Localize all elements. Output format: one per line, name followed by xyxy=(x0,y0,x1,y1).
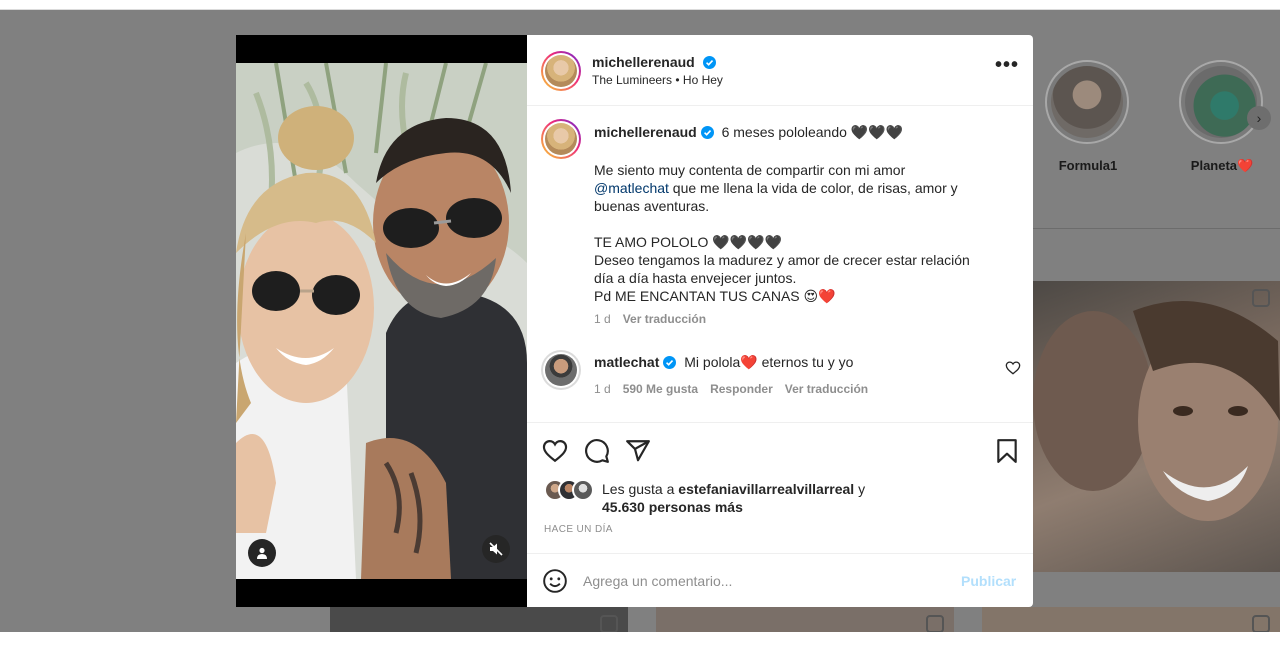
commenter-username[interactable]: matlechat xyxy=(594,354,659,370)
mute-toggle-button[interactable] xyxy=(482,535,510,563)
muted-speaker-icon xyxy=(489,542,503,556)
reel-icon xyxy=(1252,615,1270,632)
likes-count[interactable]: 45.630 personas más xyxy=(602,499,743,515)
reply-button[interactable]: Responder xyxy=(710,382,773,396)
post-video[interactable] xyxy=(236,63,527,579)
comment-input[interactable] xyxy=(583,566,943,596)
story-avatar xyxy=(1179,60,1263,144)
caption-author-avatar[interactable] xyxy=(541,119,581,159)
more-options-icon[interactable]: ••• xyxy=(995,55,1019,75)
likes-prefix: Les gusta a xyxy=(602,481,679,497)
caption-line: Me siento muy contenta de compartir con … xyxy=(594,162,906,178)
translate-link[interactable]: Ver traducción xyxy=(785,382,868,396)
grid-post-thumbnail[interactable] xyxy=(1033,281,1280,572)
likes-summary: Les gusta a estefaniavillarrealvillarrea… xyxy=(602,480,865,516)
mention-link[interactable]: @matlechat xyxy=(594,180,669,196)
reel-icon xyxy=(926,615,944,632)
liked-by-avatars[interactable] xyxy=(544,479,600,501)
caption-meta: 1 d Ver traducción xyxy=(594,310,1004,328)
comment-line: matlechat Mi polola❤️ eternos tu y yo xyxy=(594,353,1004,371)
share-icon[interactable] xyxy=(625,438,651,464)
tagged-users-button[interactable] xyxy=(248,539,276,567)
comment-time[interactable]: 1 d xyxy=(594,382,611,396)
story-label: Planeta❤️ xyxy=(1190,158,1254,173)
caption-username[interactable]: michellerenaud xyxy=(594,124,697,140)
verified-badge-icon xyxy=(700,126,714,139)
post-actions: Les gusta a estefaniavillarrealvillarrea… xyxy=(527,422,1033,607)
caption-line: día a día hasta envejecer juntos. xyxy=(594,270,797,286)
comment-icon[interactable] xyxy=(584,438,610,464)
comment-like-heart-icon[interactable] xyxy=(1005,360,1021,376)
verified-badge-icon xyxy=(663,356,677,369)
post-timestamp[interactable]: HACE UN DÍA xyxy=(544,524,613,535)
caption-line: Deseo tengamos la madurez y amor de crec… xyxy=(594,252,970,268)
emoji-icon[interactable] xyxy=(542,568,568,594)
story-highlight-formula1[interactable]: Formula1 xyxy=(1045,60,1131,173)
comments-section[interactable]: michellerenaud 6 meses pololeando 🖤🖤🖤 Me… xyxy=(527,107,1033,422)
caption-first-line: michellerenaud 6 meses pololeando 🖤🖤🖤 xyxy=(594,123,1004,141)
caption-line: TE AMO POLOLO 🖤🖤🖤🖤 xyxy=(594,234,782,250)
publish-button[interactable]: Publicar xyxy=(961,573,1016,589)
caption-body: Me siento muy contenta de compartir con … xyxy=(594,161,1004,328)
reel-icon xyxy=(600,615,618,632)
bookmark-icon[interactable] xyxy=(994,438,1020,464)
verified-badge-icon xyxy=(703,56,717,69)
caption-line: buenas aventuras. xyxy=(594,198,710,214)
caption-line: @matlechat que me llena la vida de color… xyxy=(594,179,1004,197)
reel-icon xyxy=(1252,289,1270,307)
story-avatar xyxy=(1045,60,1129,144)
author-username[interactable]: michellerenaud xyxy=(592,54,695,70)
liked-by-username[interactable]: estefaniavillarrealvillarreal xyxy=(678,481,854,497)
grid-post-thumbnail[interactable] xyxy=(330,607,628,632)
page-bottom-strip xyxy=(0,632,1280,645)
author-username-row[interactable]: michellerenaud xyxy=(592,54,717,72)
user-icon xyxy=(257,547,267,559)
likes-suffix: y xyxy=(854,481,866,497)
grid-post-thumbnail[interactable] xyxy=(982,607,1280,632)
audio-track-link[interactable]: The Lumineers • Ho Hey xyxy=(592,73,723,87)
couple-thumbnail-image xyxy=(1033,301,1280,521)
comment-text: Mi polola❤️ eternos tu y yo xyxy=(684,354,854,370)
profile-divider xyxy=(1033,228,1280,229)
add-comment-bar: Publicar xyxy=(527,553,1033,608)
comment-likes-count[interactable]: 590 Me gusta xyxy=(623,382,698,396)
browser-top-bar xyxy=(0,0,1280,10)
avatar xyxy=(572,479,594,501)
comment-meta: 1 d 590 Me gusta Responder Ver traducción xyxy=(594,380,1004,398)
chevron-right-icon[interactable]: › xyxy=(1247,106,1271,130)
commenter-avatar[interactable] xyxy=(541,350,581,390)
caption-text: que me llena la vida de color, de risas,… xyxy=(668,180,958,196)
translate-link[interactable]: Ver traducción xyxy=(623,312,706,326)
heart-icon[interactable] xyxy=(542,438,568,464)
grid-post-thumbnail[interactable] xyxy=(656,607,954,632)
caption-line: Pd ME ENCANTAN TUS CANAS 😍❤️ xyxy=(594,288,836,304)
caption-headline: 6 meses pololeando 🖤🖤🖤 xyxy=(721,124,904,140)
author-avatar[interactable] xyxy=(541,51,581,91)
caption-time[interactable]: 1 d xyxy=(594,312,611,326)
post-details-panel: michellerenaud The Lumineers • Ho Hey ••… xyxy=(527,35,1033,607)
post-header: michellerenaud The Lumineers • Ho Hey ••… xyxy=(527,35,1033,106)
post-media[interactable] xyxy=(236,35,527,607)
couple-selfie-image xyxy=(236,63,527,579)
story-label: Formula1 xyxy=(1058,158,1118,173)
